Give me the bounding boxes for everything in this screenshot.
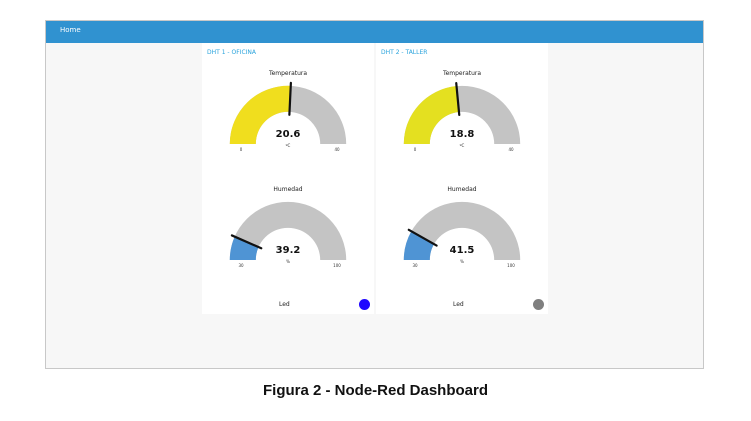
led-label: Led — [279, 301, 290, 308]
dashboard-window: Home DHT 1 - OFICINA Temperatura 20.6 ºC… — [45, 20, 704, 369]
gauge-min-label: 0 — [414, 147, 417, 152]
gauge-temperature: 20.6 ºC 0 40 — [229, 81, 347, 152]
gauge-value: 20.6 — [276, 129, 301, 140]
gauge-value: 18.8 — [450, 129, 475, 140]
gauge-max-label: 40 — [334, 147, 340, 152]
gauge-unit: ºC — [460, 143, 465, 148]
gauge-value: 41.5 — [450, 245, 475, 256]
led-indicator — [533, 299, 544, 310]
gauge-unit: % — [460, 259, 464, 264]
gauge-max-label: 100 — [333, 263, 341, 268]
led-indicator — [359, 299, 370, 310]
led-label: Led — [453, 301, 464, 308]
gauge-needle — [288, 81, 292, 116]
gauge-unit: ºC — [286, 143, 291, 148]
gauge-min-label: 30 — [412, 263, 418, 268]
gauge-title-humidity: Humedad — [273, 186, 303, 193]
gauge-temperature: 18.8 ºC 0 40 — [403, 81, 521, 152]
page-title: Home — [60, 26, 81, 34]
gauge-title-temperature: Temperatura — [268, 70, 308, 77]
dashboard-toolbar: Home — [46, 21, 703, 43]
group-title: DHT 1 - OFICINA — [207, 49, 256, 56]
gauge-max-label: 100 — [507, 263, 515, 268]
group-dht2-taller: DHT 2 - TALLER Temperatura 18.8 ºC 0 40 … — [376, 43, 548, 314]
gauge-title-humidity: Humedad — [447, 186, 477, 193]
gauge-title-temperature: Temperatura — [442, 70, 482, 77]
gauge-unit: % — [286, 259, 290, 264]
gauge-min-label: 0 — [240, 147, 243, 152]
gauge-max-label: 40 — [508, 147, 514, 152]
group-title: DHT 2 - TALLER — [381, 49, 428, 56]
gauge-value: 39.2 — [276, 245, 301, 256]
figure-caption: Figura 2 - Node-Red Dashboard — [262, 382, 489, 399]
gauge-humidity: 39.2 % 30 100 — [229, 201, 347, 268]
gauge-humidity: 41.5 % 30 100 — [403, 201, 521, 268]
gauge-min-label: 30 — [238, 263, 244, 268]
group-dht1-oficina: DHT 1 - OFICINA Temperatura 20.6 ºC 0 40… — [202, 43, 374, 314]
